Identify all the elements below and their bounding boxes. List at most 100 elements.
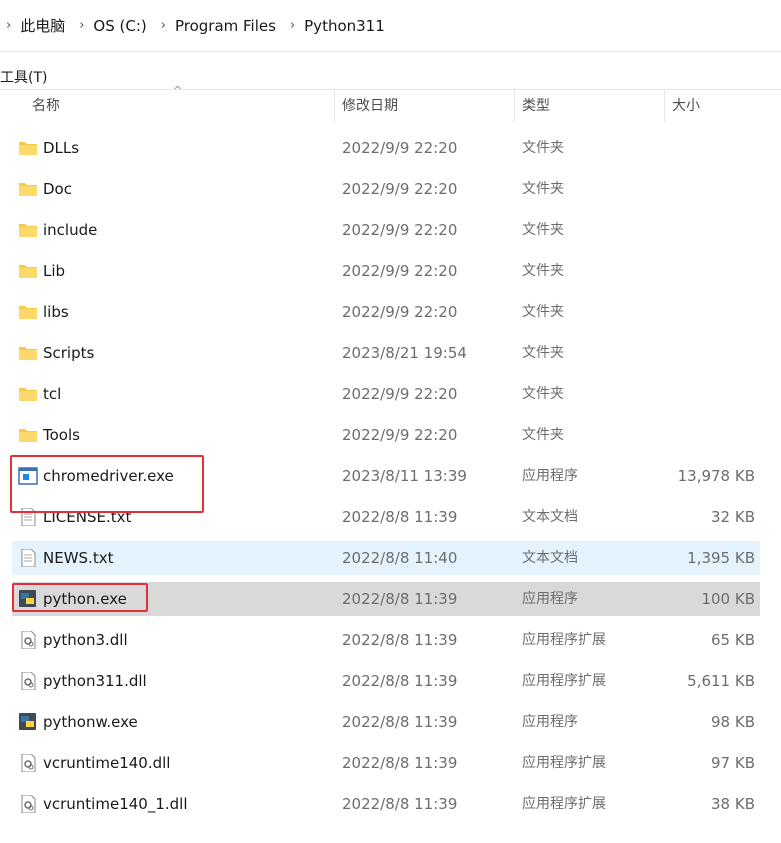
folder-icon <box>18 303 38 321</box>
python-icon <box>18 713 38 731</box>
file-type: 应用程序 <box>522 468 578 484</box>
file-name: Doc <box>43 180 72 198</box>
breadcrumb-os-c[interactable]: OS (C:) <box>93 17 146 35</box>
file-row[interactable]: Scripts 2023/8/21 19:54 文件夹 <box>12 336 760 370</box>
file-row[interactable]: DLLs 2022/9/9 22:20 文件夹 <box>12 131 760 165</box>
file-modified-date: 2022/8/8 11:40 <box>342 549 458 567</box>
file-modified-date: 2022/8/8 11:39 <box>342 754 458 772</box>
column-type[interactable]: 类型 <box>522 90 550 122</box>
file-name: Tools <box>43 426 80 444</box>
folder-icon <box>18 221 38 239</box>
file-modified-date: 2022/8/8 11:39 <box>342 795 458 813</box>
folder-icon <box>18 180 38 198</box>
file-type: 应用程序扩展 <box>522 755 606 771</box>
column-divider[interactable] <box>514 90 515 122</box>
file-type: 文件夹 <box>522 222 564 238</box>
file-name: python3.dll <box>43 631 128 649</box>
file-row[interactable]: Lib 2022/9/9 22:20 文件夹 <box>12 254 760 288</box>
file-modified-date: 2022/9/9 22:20 <box>342 262 458 280</box>
file-row[interactable]: python3.dll 2022/8/8 11:39 应用程序扩展 65 KB <box>12 623 760 657</box>
file-name: DLLs <box>43 139 80 157</box>
file-type: 文件夹 <box>522 181 564 197</box>
file-row[interactable]: vcruntime140_1.dll 2022/8/8 11:39 应用程序扩展 38… <box>12 787 760 821</box>
file-name: tcl <box>43 385 62 403</box>
file-name: vcruntime140.dll <box>43 754 171 772</box>
chevron-right-icon[interactable]: › <box>79 18 84 33</box>
file-row[interactable]: include 2022/9/9 22:20 文件夹 <box>12 213 760 247</box>
chevron-right-icon[interactable]: › <box>161 18 166 33</box>
file-modified-date: 2022/8/8 11:39 <box>342 713 458 731</box>
file-type: 文件夹 <box>522 140 564 156</box>
file-modified-date: 2022/8/8 11:39 <box>342 508 458 526</box>
chevron-right-icon[interactable]: › <box>290 18 295 33</box>
address-bar[interactable]: › 此电脑 › OS (C:) › Program Files › Python… <box>0 0 781 52</box>
file-name: libs <box>43 303 69 321</box>
highlight-box-chromedriver <box>10 455 204 513</box>
text-document-icon <box>18 548 38 568</box>
file-modified-date: 2022/9/9 22:20 <box>342 303 458 321</box>
dll-icon <box>18 671 38 691</box>
file-size: 100 KB <box>701 590 755 608</box>
column-size[interactable]: 大小 <box>672 90 700 122</box>
breadcrumb-this-pc[interactable]: 此电脑 <box>20 15 65 36</box>
dll-icon <box>18 794 38 814</box>
file-row[interactable]: libs 2022/9/9 22:20 文件夹 <box>12 295 760 329</box>
file-type: 应用程序 <box>522 714 578 730</box>
folder-icon <box>18 385 38 403</box>
file-size: 38 KB <box>711 795 755 813</box>
column-name[interactable]: 名称 <box>32 90 60 122</box>
breadcrumb-program-files[interactable]: Program Files <box>175 17 276 35</box>
file-modified-date: 2022/9/9 22:20 <box>342 426 458 444</box>
file-modified-date: 2022/8/8 11:39 <box>342 631 458 649</box>
file-modified-date: 2022/9/9 22:20 <box>342 180 458 198</box>
file-size: 32 KB <box>711 508 755 526</box>
file-type: 文件夹 <box>522 263 564 279</box>
file-name: include <box>43 221 98 239</box>
menu-bar: 工具(T) <box>0 66 47 88</box>
file-size: 5,611 KB <box>687 672 755 690</box>
folder-icon <box>18 344 38 362</box>
column-header: ^ 名称 修改日期 类型 大小 <box>0 84 781 122</box>
file-name: pythonw.exe <box>43 713 138 731</box>
file-size: 97 KB <box>711 754 755 772</box>
file-size: 98 KB <box>711 713 755 731</box>
column-divider[interactable] <box>334 90 335 122</box>
dll-icon <box>18 753 38 773</box>
file-type: 文件夹 <box>522 386 564 402</box>
file-row[interactable]: Doc 2022/9/9 22:20 文件夹 <box>12 172 760 206</box>
file-modified-date: 2022/9/9 22:20 <box>342 139 458 157</box>
file-type: 应用程序扩展 <box>522 632 606 648</box>
file-size: 13,978 KB <box>677 467 755 485</box>
file-modified-date: 2022/9/9 22:20 <box>342 221 458 239</box>
menu-tools[interactable]: 工具(T) <box>0 67 47 87</box>
file-type: 文本文档 <box>522 550 578 566</box>
file-modified-date: 2023/8/11 13:39 <box>342 467 467 485</box>
file-row[interactable]: tcl 2022/9/9 22:20 文件夹 <box>12 377 760 411</box>
file-row[interactable]: pythonw.exe 2022/8/8 11:39 应用程序 98 KB <box>12 705 760 739</box>
file-row[interactable]: Tools 2022/9/9 22:20 文件夹 <box>12 418 760 452</box>
file-type: 文件夹 <box>522 427 564 443</box>
file-modified-date: 2022/8/8 11:39 <box>342 672 458 690</box>
file-type: 文本文档 <box>522 509 578 525</box>
dll-icon <box>18 630 38 650</box>
file-type: 应用程序扩展 <box>522 673 606 689</box>
file-type: 文件夹 <box>522 345 564 361</box>
breadcrumb-python311[interactable]: Python311 <box>304 17 385 35</box>
file-row[interactable]: NEWS.txt 2022/8/8 11:40 文本文档 1,395 KB <box>12 541 760 575</box>
highlight-box-python-exe <box>12 583 148 612</box>
file-name: Lib <box>43 262 66 280</box>
file-row[interactable]: python311.dll 2022/8/8 11:39 应用程序扩展 5,611 K… <box>12 664 760 698</box>
column-divider[interactable] <box>664 90 665 122</box>
file-type: 应用程序扩展 <box>522 796 606 812</box>
chevron-right-icon[interactable]: › <box>6 18 11 33</box>
file-size: 1,395 KB <box>687 549 755 567</box>
column-modified[interactable]: 修改日期 <box>342 90 398 122</box>
file-modified-date: 2023/8/21 19:54 <box>342 344 467 362</box>
file-row[interactable]: vcruntime140.dll 2022/8/8 11:39 应用程序扩展 97 K… <box>12 746 760 780</box>
file-name: python311.dll <box>43 672 147 690</box>
file-type: 应用程序 <box>522 591 578 607</box>
folder-icon <box>18 139 38 157</box>
file-type: 文件夹 <box>522 304 564 320</box>
file-modified-date: 2022/8/8 11:39 <box>342 590 458 608</box>
file-name: vcruntime140_1.dll <box>43 795 188 813</box>
